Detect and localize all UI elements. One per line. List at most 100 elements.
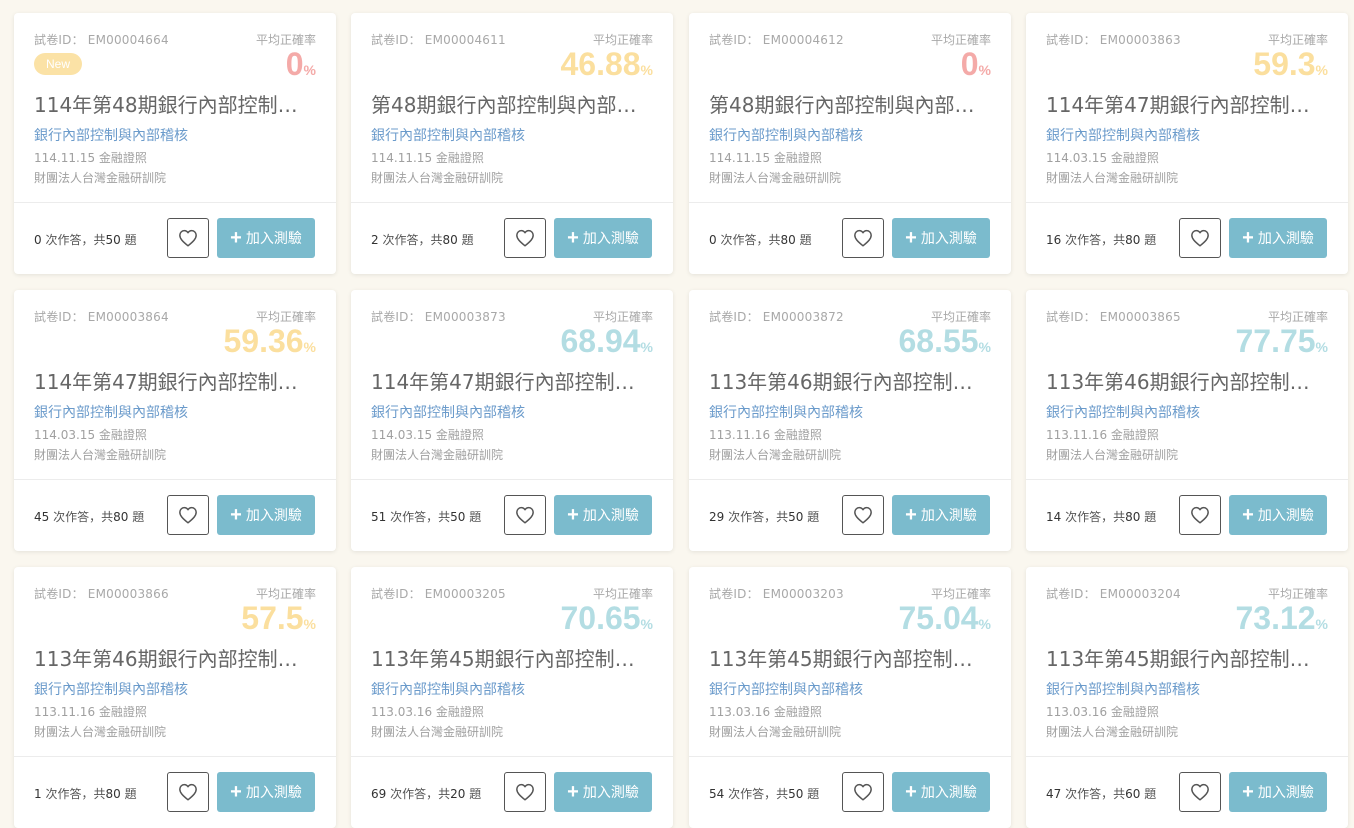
exam-id-value: EM00004612 <box>762 33 844 47</box>
favorite-button[interactable] <box>167 772 209 812</box>
add-to-quiz-button[interactable]: + 加入測驗 <box>892 218 990 258</box>
exam-id-label: 試卷ID： <box>34 33 84 47</box>
exam-subject[interactable]: 銀行內部控制與內部稽核 <box>371 679 525 699</box>
exam-card[interactable]: 試卷ID： EM00003204 平均正確率 73.12% 113年第45期銀行… <box>1026 567 1348 828</box>
exam-card[interactable]: 試卷ID： EM00004612 平均正確率 0% 第48期銀行內部控制與內部稽… <box>689 13 1011 274</box>
exam-title[interactable]: 113年第45期銀行內部控制與內部稽核 <box>371 645 653 673</box>
card-divider <box>351 202 673 203</box>
exam-title[interactable]: 113年第45期銀行內部控制與內部稽核 <box>709 645 991 673</box>
favorite-button[interactable] <box>167 495 209 535</box>
exam-card[interactable]: 試卷ID： EM00003873 平均正確率 68.94% 114年第47期銀行… <box>351 290 673 551</box>
favorite-button[interactable] <box>504 218 546 258</box>
exam-card-body[interactable]: 試卷ID： EM00003204 平均正確率 73.12% 113年第45期銀行… <box>1026 567 1348 756</box>
heart-outline-icon <box>516 229 534 247</box>
exam-card[interactable]: 試卷ID： EM00003865 平均正確率 77.75% 113年第46期銀行… <box>1026 290 1348 551</box>
exam-card-body[interactable]: 試卷ID： EM00003866 平均正確率 57.5% 113年第46期銀行內… <box>14 567 336 756</box>
exam-subject[interactable]: 銀行內部控制與內部稽核 <box>709 679 863 699</box>
exam-meta: 113.03.16 金融證照 <box>1046 703 1159 720</box>
exam-card-body[interactable]: 試卷ID： EM00003203 平均正確率 75.04% 113年第45期銀行… <box>689 567 1011 756</box>
add-to-quiz-label: 加入測驗 <box>920 508 977 524</box>
exam-title[interactable]: 114年第47期銀行內部控制與內部稽核 <box>1046 91 1328 119</box>
add-to-quiz-button[interactable]: + 加入測驗 <box>554 772 652 812</box>
add-to-quiz-button[interactable]: + 加入測驗 <box>554 495 652 535</box>
favorite-button[interactable] <box>842 772 884 812</box>
exam-card-body[interactable]: 試卷ID： EM00004611 平均正確率 46.88% 第48期銀行內部控制… <box>351 13 673 202</box>
exam-card-body[interactable]: 試卷ID： EM00003865 平均正確率 77.75% 113年第46期銀行… <box>1026 290 1348 479</box>
exam-id: 試卷ID： EM00003872 <box>709 308 844 325</box>
exam-card[interactable]: 試卷ID： EM00003203 平均正確率 75.04% 113年第45期銀行… <box>689 567 1011 828</box>
exam-subject[interactable]: 銀行內部控制與內部稽核 <box>1046 679 1200 699</box>
exam-stats: 45 次作答，共80 題 <box>34 508 144 525</box>
add-to-quiz-label: 加入測驗 <box>582 785 639 801</box>
questions-suffix: 題 <box>1140 787 1157 801</box>
exam-card-body[interactable]: 試卷ID： EM00004612 平均正確率 0% 第48期銀行內部控制與內部稽… <box>689 13 1011 202</box>
exam-subject[interactable]: 銀行內部控制與內部稽核 <box>34 125 188 145</box>
heart-outline-icon <box>179 229 197 247</box>
exam-subject[interactable]: 銀行內部控制與內部稽核 <box>709 125 863 145</box>
exam-title[interactable]: 第48期銀行內部控制與內部稽核 <box>371 91 653 119</box>
exam-subject[interactable]: 銀行內部控制與內部稽核 <box>1046 125 1200 145</box>
exam-subject[interactable]: 銀行內部控制與內部稽核 <box>34 679 188 699</box>
exam-card-body[interactable]: 試卷ID： EM00003205 平均正確率 70.65% 113年第45期銀行… <box>351 567 673 756</box>
favorite-button[interactable] <box>167 218 209 258</box>
add-to-quiz-button[interactable]: + 加入測驗 <box>1229 495 1327 535</box>
exam-card[interactable]: 試卷ID： EM00003872 平均正確率 68.55% 113年第46期銀行… <box>689 290 1011 551</box>
attempts-suffix: 次作答，共 <box>724 510 789 524</box>
exam-card-body[interactable]: 試卷ID： EM00003863 平均正確率 59.3% 114年第47期銀行內… <box>1026 13 1348 202</box>
exam-subject[interactable]: 銀行內部控制與內部稽核 <box>709 402 863 422</box>
favorite-button[interactable] <box>842 218 884 258</box>
exam-subject[interactable]: 銀行內部控制與內部稽核 <box>34 402 188 422</box>
exam-organization: 財團法人台灣金融研訓院 <box>34 448 167 462</box>
exam-card-body[interactable]: 試卷ID： EM00003873 平均正確率 68.94% 114年第47期銀行… <box>351 290 673 479</box>
exam-meta: 114.11.15 金融證照 <box>34 149 147 166</box>
average-rate: 68.55% <box>898 322 991 366</box>
add-to-quiz-button[interactable]: + 加入測驗 <box>1229 218 1327 258</box>
favorite-button[interactable] <box>842 495 884 535</box>
exam-title[interactable]: 114年第47期銀行內部控制與內部稽核 <box>34 368 316 396</box>
add-to-quiz-button[interactable]: + 加入測驗 <box>217 495 315 535</box>
exam-title[interactable]: 第48期銀行內部控制與內部稽核 <box>709 91 991 119</box>
add-to-quiz-button[interactable]: + 加入測驗 <box>554 218 652 258</box>
favorite-button[interactable] <box>1179 772 1221 812</box>
exam-card[interactable]: 試卷ID： EM00003863 平均正確率 59.3% 114年第47期銀行內… <box>1026 13 1348 274</box>
exam-date: 114.03.15 <box>1046 151 1108 165</box>
favorite-button[interactable] <box>1179 495 1221 535</box>
exam-id-label: 試卷ID： <box>371 33 421 47</box>
exam-card[interactable]: 試卷ID： EM00003205 平均正確率 70.65% 113年第45期銀行… <box>351 567 673 828</box>
exam-id: 試卷ID： EM00003863 <box>1046 31 1181 48</box>
add-to-quiz-button[interactable]: + 加入測驗 <box>217 218 315 258</box>
heart-outline-icon <box>179 783 197 801</box>
exam-id: 試卷ID： EM00003866 <box>34 585 169 602</box>
favorite-button[interactable] <box>504 495 546 535</box>
exam-card[interactable]: 試卷ID： EM00003866 平均正確率 57.5% 113年第46期銀行內… <box>14 567 336 828</box>
exam-card-body[interactable]: 試卷ID： EM00004664 平均正確率 0% New 114年第48期銀行… <box>14 13 336 202</box>
attempts-suffix: 次作答，共 <box>1061 787 1126 801</box>
exam-subject[interactable]: 銀行內部控制與內部稽核 <box>1046 402 1200 422</box>
exam-title[interactable]: 113年第45期銀行內部控制與內部稽核 <box>1046 645 1328 673</box>
exam-card[interactable]: 試卷ID： EM00004611 平均正確率 46.88% 第48期銀行內部控制… <box>351 13 673 274</box>
add-to-quiz-button[interactable]: + 加入測驗 <box>892 495 990 535</box>
exam-subject[interactable]: 銀行內部控制與內部稽核 <box>371 402 525 422</box>
add-to-quiz-button[interactable]: + 加入測驗 <box>217 772 315 812</box>
exam-title[interactable]: 114年第48期銀行內部控制與內部稽核 <box>34 91 316 119</box>
exam-title[interactable]: 113年第46期銀行內部控制與內部稽核 <box>34 645 316 673</box>
exam-stats: 2 次作答，共80 題 <box>371 231 474 248</box>
exam-card-grid: 試卷ID： EM00004664 平均正確率 0% New 114年第48期銀行… <box>0 0 1354 828</box>
exam-title[interactable]: 114年第47期銀行內部控制與內部稽核 <box>371 368 653 396</box>
add-to-quiz-button[interactable]: + 加入測驗 <box>1229 772 1327 812</box>
favorite-button[interactable] <box>504 772 546 812</box>
percent-unit: % <box>1315 616 1328 632</box>
exam-title[interactable]: 113年第46期銀行內部控制與內部稽核 <box>709 368 991 396</box>
exam-card[interactable]: 試卷ID： EM00003864 平均正確率 59.36% 114年第47期銀行… <box>14 290 336 551</box>
card-divider <box>14 756 336 757</box>
exam-card-body[interactable]: 試卷ID： EM00003864 平均正確率 59.36% 114年第47期銀行… <box>14 290 336 479</box>
add-to-quiz-button[interactable]: + 加入測驗 <box>892 772 990 812</box>
exam-title[interactable]: 113年第46期銀行內部控制與內部稽核 <box>1046 368 1328 396</box>
exam-subject[interactable]: 銀行內部控制與內部稽核 <box>371 125 525 145</box>
exam-card[interactable]: 試卷ID： EM00004664 平均正確率 0% New 114年第48期銀行… <box>14 13 336 274</box>
add-to-quiz-label: 加入測驗 <box>245 785 302 801</box>
exam-card-body[interactable]: 試卷ID： EM00003872 平均正確率 68.55% 113年第46期銀行… <box>689 290 1011 479</box>
exam-meta: 113.11.16 金融證照 <box>709 426 822 443</box>
favorite-button[interactable] <box>1179 218 1221 258</box>
exam-id-value: EM00004664 <box>87 33 169 47</box>
